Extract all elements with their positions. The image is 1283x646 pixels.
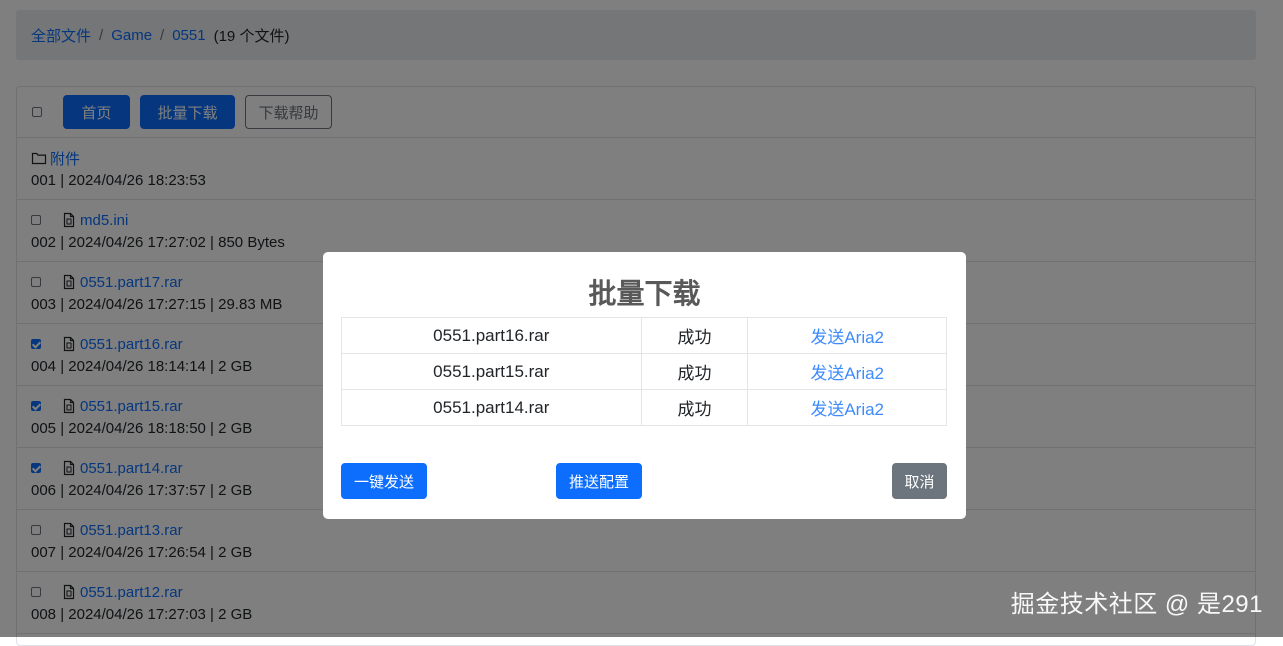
watermark: 掘金技术社区 @ 是291 <box>1010 591 1263 618</box>
send-aria2-cell: 发送Aria2 <box>747 317 947 354</box>
batch-download-modal: 批量下载 0551.part16.rar 成功 发送Aria2 0551.part15… <box>323 252 966 519</box>
send-aria2-link[interactable]: 发送Aria2 <box>810 400 884 419</box>
download-row: 0551.part15.rar 成功 发送Aria2 <box>341 353 947 390</box>
push-config-button[interactable]: 推送配置 <box>556 463 642 499</box>
cancel-button[interactable]: 取消 <box>892 463 947 499</box>
download-status: 成功 <box>640 389 749 426</box>
send-aria2-link[interactable]: 发送Aria2 <box>810 328 884 347</box>
send-aria2-cell: 发送Aria2 <box>747 389 947 426</box>
send-aria2-cell: 发送Aria2 <box>747 353 947 390</box>
download-table: 0551.part16.rar 成功 发送Aria2 0551.part15.rar 成… <box>341 317 947 430</box>
download-file-name: 0551.part14.rar <box>341 389 642 426</box>
send-aria2-link[interactable]: 发送Aria2 <box>810 364 884 383</box>
modal-title: 批量下载 <box>588 278 701 309</box>
file-browser-page: 全部文件 / Game / 0551 (19 个文件) 首页 批量下载 下载帮助… <box>0 0 1283 646</box>
download-file-name: 0551.part15.rar <box>341 353 642 390</box>
download-file-name: 0551.part16.rar <box>341 317 642 354</box>
download-row: 0551.part14.rar 成功 发送Aria2 <box>341 389 947 426</box>
download-status: 成功 <box>640 317 749 354</box>
send-all-button[interactable]: 一键发送 <box>341 463 427 499</box>
download-status: 成功 <box>640 353 749 390</box>
download-row: 0551.part16.rar 成功 发送Aria2 <box>341 317 947 354</box>
